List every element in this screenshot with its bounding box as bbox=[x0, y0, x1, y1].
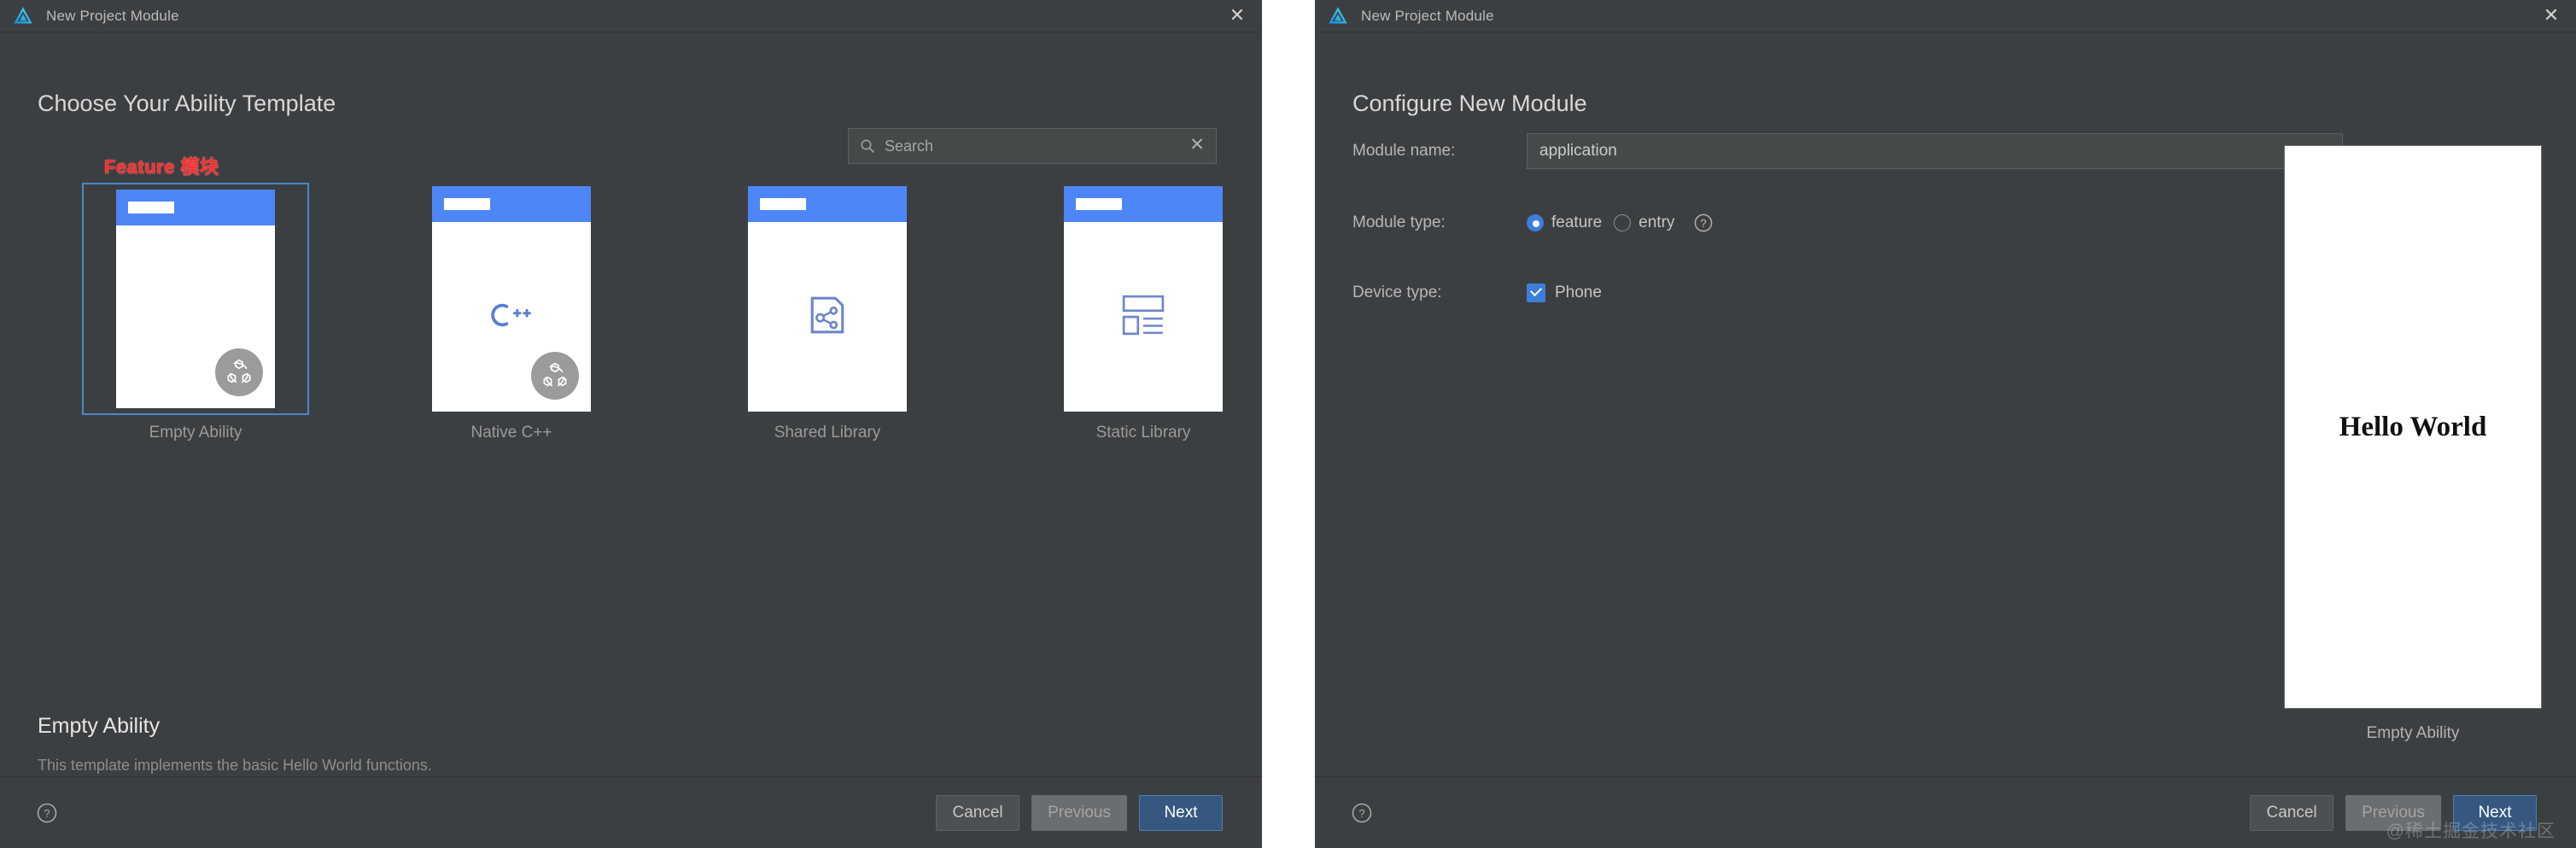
radio-option-feature[interactable]: feature bbox=[1527, 213, 1602, 232]
module-name-label: Module name: bbox=[1352, 142, 1456, 160]
close-icon[interactable]: ✕ bbox=[1228, 5, 1247, 26]
next-button[interactable]: Next bbox=[1139, 794, 1223, 831]
radio-label-entry: entry bbox=[1638, 213, 1675, 231]
dialog-body-left: Choose Your Ability Template Search ✕ Fe… bbox=[0, 32, 1262, 776]
phone-mockup bbox=[116, 190, 275, 408]
shared-library-share-icon bbox=[808, 295, 847, 340]
help-question-icon[interactable]: ? bbox=[1693, 213, 1714, 233]
template-card-shared-library[interactable] bbox=[714, 183, 941, 415]
harmony-triangle-logo-icon bbox=[14, 6, 32, 26]
preview-screen: Hello World bbox=[2284, 145, 2542, 709]
search-input[interactable]: Search ✕ bbox=[848, 128, 1217, 164]
footer-buttons-left: Cancel Previous Next bbox=[936, 794, 1223, 831]
module-type-radio-group: feature entry ? bbox=[1527, 213, 1714, 233]
page-title-left: Choose Your Ability Template bbox=[38, 91, 336, 116]
help-question-icon[interactable]: ? bbox=[1351, 802, 1373, 824]
preview-caption: Empty Ability bbox=[2366, 724, 2460, 742]
template-card-native-cpp[interactable] bbox=[398, 183, 625, 415]
svg-text:?: ? bbox=[1701, 217, 1707, 230]
template-card-static-library[interactable] bbox=[1030, 183, 1257, 415]
phone-topbar-pill bbox=[444, 198, 490, 210]
form-row-module-name: Module name: application bbox=[1352, 133, 2343, 169]
template-card-empty-ability[interactable] bbox=[82, 183, 309, 415]
search-placeholder: Search bbox=[885, 137, 934, 155]
page-title-right: Configure New Module bbox=[1352, 91, 1587, 116]
checkbox-indicator-phone bbox=[1527, 284, 1545, 302]
phone-mockup bbox=[1064, 186, 1223, 412]
configure-module-form: Module name: application Module type: fe… bbox=[1352, 133, 2343, 347]
ability-nodes-badge-icon bbox=[215, 348, 263, 396]
template-description-text: This template implements the basic Hello… bbox=[38, 757, 432, 774]
module-type-label: Module type: bbox=[1352, 213, 1446, 231]
phone-content bbox=[116, 225, 275, 408]
titlebar-left: New Project Module ✕ bbox=[0, 0, 1262, 32]
module-name-input[interactable]: application bbox=[1527, 133, 2343, 169]
footer-left: ? Cancel Previous Next bbox=[0, 776, 1262, 848]
watermark: @稀土掘金技术社区 bbox=[2386, 822, 2556, 841]
phone-content bbox=[1064, 222, 1223, 412]
phone-content bbox=[748, 222, 907, 412]
help-question-icon[interactable]: ? bbox=[36, 802, 58, 824]
template-cell-empty-ability: Empty Ability bbox=[38, 183, 353, 442]
close-icon[interactable]: ✕ bbox=[2542, 5, 2561, 26]
static-library-layout-icon bbox=[1121, 294, 1165, 341]
template-label: Static Library bbox=[1095, 424, 1191, 442]
module-preview: Hello World Empty Ability bbox=[2284, 145, 2542, 743]
phone-topbar-pill bbox=[760, 198, 806, 210]
form-row-device-type: Device type: Phone bbox=[1352, 277, 2343, 309]
cancel-button[interactable]: Cancel bbox=[936, 794, 1020, 831]
template-description-title: Empty Ability bbox=[38, 714, 161, 738]
phone-topbar bbox=[116, 190, 275, 225]
screenshot-root: New Project Module ✕ Choose Your Ability… bbox=[0, 0, 2576, 848]
ability-nodes-badge-icon bbox=[531, 352, 579, 400]
preview-hello-text: Hello World bbox=[2339, 411, 2487, 442]
phone-topbar bbox=[432, 186, 591, 222]
radio-option-entry[interactable]: entry bbox=[1614, 213, 1674, 232]
dialog-body-right: Configure New Module Module name: applic… bbox=[1315, 32, 2576, 776]
checkbox-label-phone: Phone bbox=[1555, 284, 1602, 301]
phone-mockup bbox=[748, 186, 907, 412]
checkbox-option-phone[interactable]: Phone bbox=[1527, 284, 1602, 302]
radio-indicator-feature bbox=[1527, 214, 1544, 231]
titlebar-title-right: New Project Module bbox=[1361, 7, 1494, 24]
previous-button[interactable]: Previous bbox=[1031, 794, 1127, 831]
template-label: Shared Library bbox=[774, 424, 881, 442]
form-row-module-type: Module type: feature entry ? bbox=[1352, 207, 2343, 239]
device-type-label: Device type: bbox=[1352, 284, 1442, 301]
titlebar-title-left: New Project Module bbox=[46, 7, 179, 24]
new-project-module-dialog-step1: New Project Module ✕ Choose Your Ability… bbox=[0, 0, 1262, 848]
template-cell-static-library: Static Library bbox=[985, 183, 1301, 442]
phone-content bbox=[432, 222, 591, 412]
template-cell-native-cpp: Native C++ bbox=[353, 183, 669, 442]
phone-topbar bbox=[748, 186, 907, 222]
phone-topbar-pill bbox=[128, 202, 174, 213]
cpp-icon bbox=[489, 298, 534, 336]
new-project-module-dialog-step2: New Project Module ✕ Configure New Modul… bbox=[1315, 0, 2576, 848]
clear-x-icon[interactable]: ✕ bbox=[1187, 136, 1207, 156]
svg-text:?: ? bbox=[1358, 807, 1364, 820]
phone-topbar bbox=[1064, 186, 1223, 222]
search-icon bbox=[859, 137, 876, 155]
titlebar-right: New Project Module ✕ bbox=[1315, 0, 2576, 32]
footer-right: ? Cancel Previous Next @稀土掘金技术社区 bbox=[1315, 776, 2576, 848]
radio-label-feature: feature bbox=[1551, 213, 1603, 231]
ability-template-list: Empty Ability Native C++ Shared Library … bbox=[38, 183, 1301, 442]
template-label: Empty Ability bbox=[149, 424, 242, 442]
phone-mockup bbox=[432, 186, 591, 412]
svg-text:?: ? bbox=[44, 807, 50, 820]
template-cell-shared-library: Shared Library bbox=[669, 183, 985, 442]
radio-indicator-entry bbox=[1614, 214, 1632, 231]
template-label: Native C++ bbox=[470, 424, 552, 442]
cancel-button[interactable]: Cancel bbox=[2250, 794, 2334, 831]
annotation-feature-module: Feature 模块 bbox=[104, 156, 219, 178]
harmony-triangle-logo-icon bbox=[1329, 6, 1347, 26]
phone-topbar-pill bbox=[1076, 198, 1122, 210]
